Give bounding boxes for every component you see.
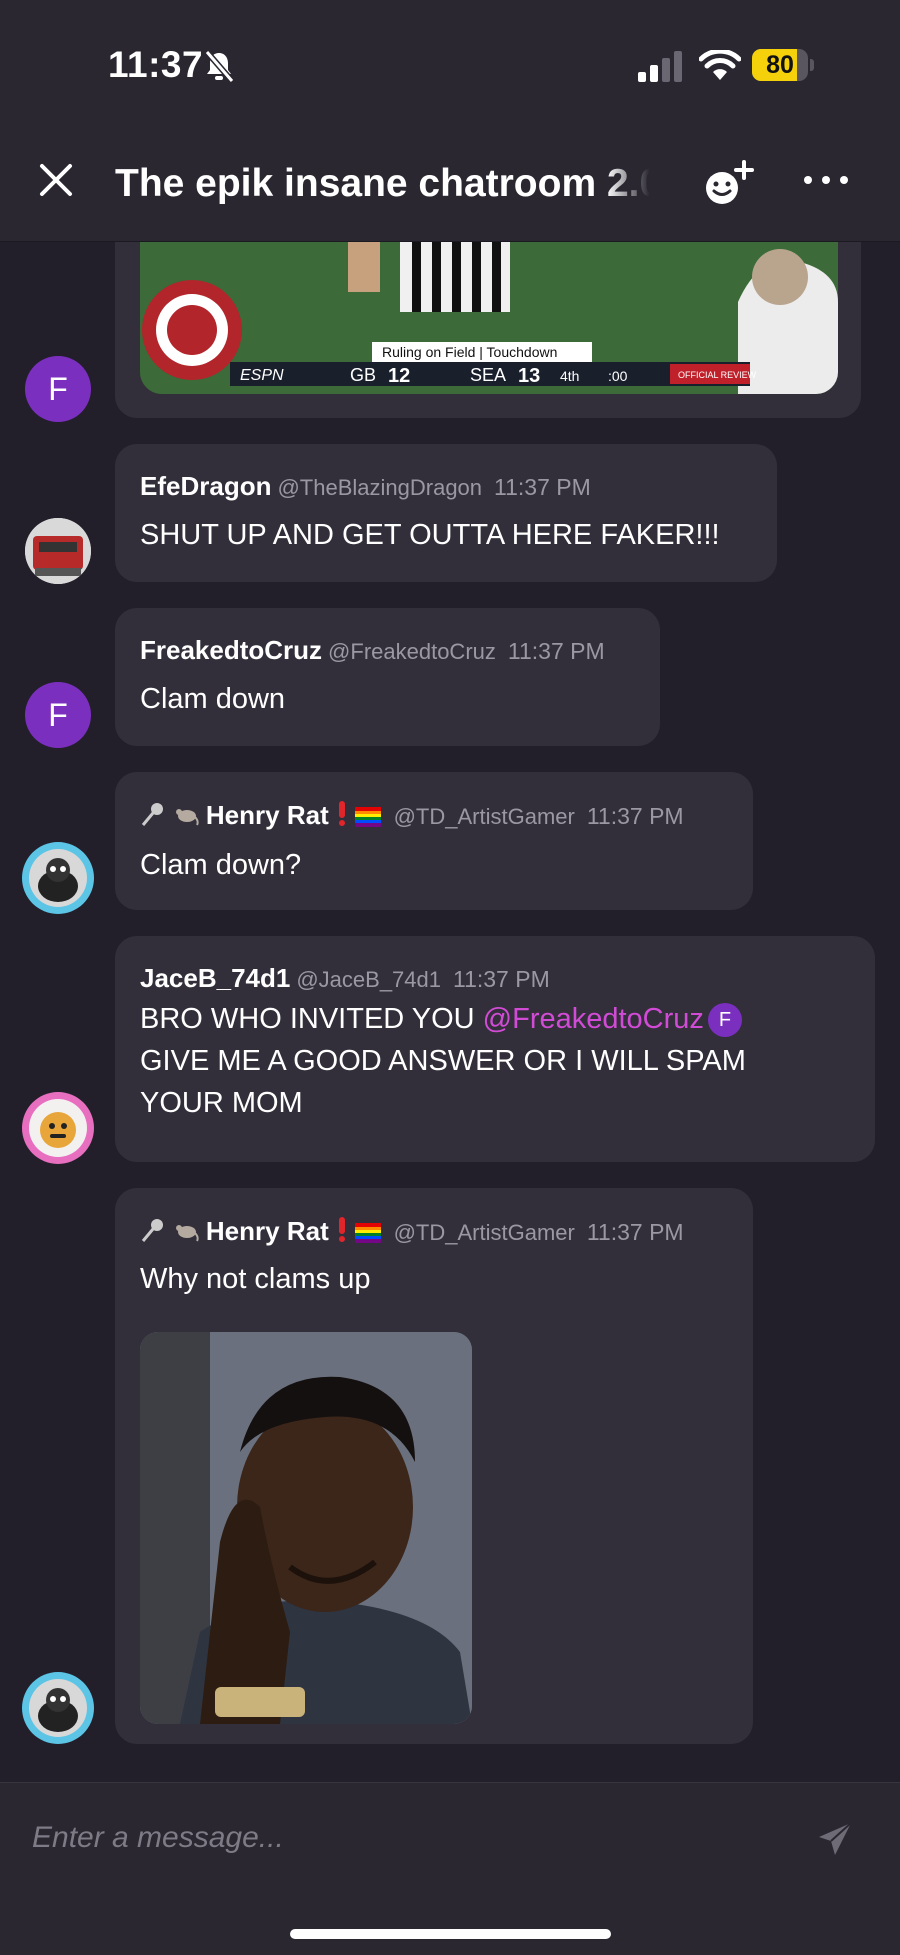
- rainbow-flag-icon: [354, 1223, 381, 1243]
- sender-handle[interactable]: @TD_ArtistGamer: [394, 804, 575, 829]
- rainbow-flag-icon: [354, 807, 381, 827]
- bell-muted-icon: [204, 50, 235, 83]
- rat-icon: [175, 809, 199, 826]
- more-options-icon[interactable]: [802, 168, 850, 192]
- avatar-efedragon[interactable]: [25, 518, 91, 584]
- battery-level: 80: [766, 51, 794, 79]
- avatar-henry-rat[interactable]: [22, 1672, 94, 1744]
- video-preview[interactable]: Ruling on Field | Touchdown ESPN GB 12 S…: [140, 242, 838, 394]
- video-network-text: ESPN: [240, 367, 284, 384]
- sender-handle[interactable]: @FreakedtoCruz: [328, 639, 496, 664]
- message-text: Why not clams up: [140, 1263, 371, 1295]
- message-input[interactable]: [32, 1813, 792, 1863]
- message-bubble: JaceB_74d1 @JaceB_74d1 11:37 PM BRO WHO IN…: [115, 936, 875, 1162]
- exclamation-icon: [338, 801, 345, 826]
- message-text: BRO WHO INVITED YOU @FreakedtoCruz F GIVE…: [140, 998, 746, 1124]
- message-list[interactable]: F Ruling on Field | Touchdown ESPN GB 12…: [0, 242, 900, 1782]
- avatar[interactable]: F: [25, 682, 91, 748]
- message-time: 11:37 PM: [453, 966, 550, 992]
- message-text: Clam down: [140, 683, 286, 715]
- sender-name[interactable]: FreakedtoCruz: [140, 635, 322, 665]
- message-text-part: BRO WHO INVITED YOU: [140, 1003, 483, 1035]
- message-bubble: FreakedtoCruz @FreakedtoCruz 11:37 PM Clam…: [115, 608, 660, 746]
- sender-handle[interactable]: @TD_ArtistGamer: [394, 1220, 575, 1245]
- video-frame-image: Ruling on Field | Touchdown ESPN GB 12 S…: [140, 242, 838, 394]
- rat-icon: [175, 1225, 199, 1242]
- video-review-text: OFFICIAL REVIEW: [678, 370, 757, 380]
- sender-handle[interactable]: @TheBlazingDragon: [277, 475, 482, 500]
- message-time: 11:37 PM: [586, 803, 684, 829]
- wifi-icon: [699, 50, 741, 80]
- message-text-part: YOUR MOM: [140, 1087, 303, 1119]
- add-member-icon[interactable]: [700, 160, 756, 208]
- status-bar: 11:37 80: [0, 0, 900, 120]
- video-ruling-text: Ruling on Field | Touchdown: [382, 344, 557, 360]
- avatar[interactable]: F: [25, 356, 91, 422]
- message-bubble: EfeDragon @TheBlazingDragon 11:37 PM SHUT …: [115, 444, 777, 582]
- microphone-icon: [141, 803, 163, 826]
- message-time: 11:37 PM: [586, 1219, 684, 1245]
- mention-avatar: F: [707, 1003, 742, 1037]
- close-icon[interactable]: [36, 160, 76, 200]
- video-quarter: 4th: [560, 368, 579, 384]
- message-time: 11:37 PM: [507, 638, 605, 664]
- message-image[interactable]: [140, 1332, 472, 1724]
- microphone-icon: [141, 1219, 163, 1242]
- message-bubble: Henry Rat @TD_ArtistGamer 11:37 PM Clam d…: [115, 772, 753, 910]
- sender-name[interactable]: Henry Rat: [206, 1216, 329, 1246]
- status-time: 11:37: [108, 44, 204, 85]
- video-score1: 12: [388, 365, 410, 387]
- sender-handle[interactable]: @JaceB_74d1: [296, 967, 441, 992]
- video-score2: 13: [518, 365, 540, 387]
- chat-header: The epik insane chatroom 2.0: [0, 120, 900, 242]
- sender-name[interactable]: EfeDragon: [140, 471, 271, 501]
- sender-name[interactable]: JaceB_74d1: [140, 963, 290, 993]
- video-team1: GB: [350, 365, 376, 385]
- avatar-henry-rat[interactable]: [22, 842, 94, 914]
- cellular-signal-icon: [638, 51, 682, 82]
- chat-title[interactable]: The epik insane chatroom 2.0: [115, 162, 655, 206]
- message-text-part: GIVE ME A GOOD ANSWER OR I WILL SPAM: [140, 1045, 746, 1077]
- battery-indicator: 80: [752, 49, 814, 81]
- video-team2: SEA: [470, 365, 506, 385]
- message-bubble: Henry Rat @TD_ArtistGamer 11:37 PM Why no…: [115, 1188, 753, 1744]
- user-mention[interactable]: @FreakedtoCruz: [483, 1003, 704, 1035]
- home-indicator: [290, 1929, 611, 1939]
- message-text: Clam down?: [140, 849, 302, 881]
- message-time: 11:37 PM: [494, 474, 591, 500]
- avatar-jaceb[interactable]: [22, 1092, 94, 1164]
- exclamation-icon: [338, 1217, 345, 1242]
- message-composer: [0, 1782, 900, 1955]
- sender-name[interactable]: Henry Rat: [206, 800, 329, 830]
- video-clock: :00: [608, 368, 628, 384]
- send-icon[interactable]: [815, 1819, 855, 1859]
- message-text: SHUT UP AND GET OUTTA HERE FAKER!!!: [140, 519, 720, 551]
